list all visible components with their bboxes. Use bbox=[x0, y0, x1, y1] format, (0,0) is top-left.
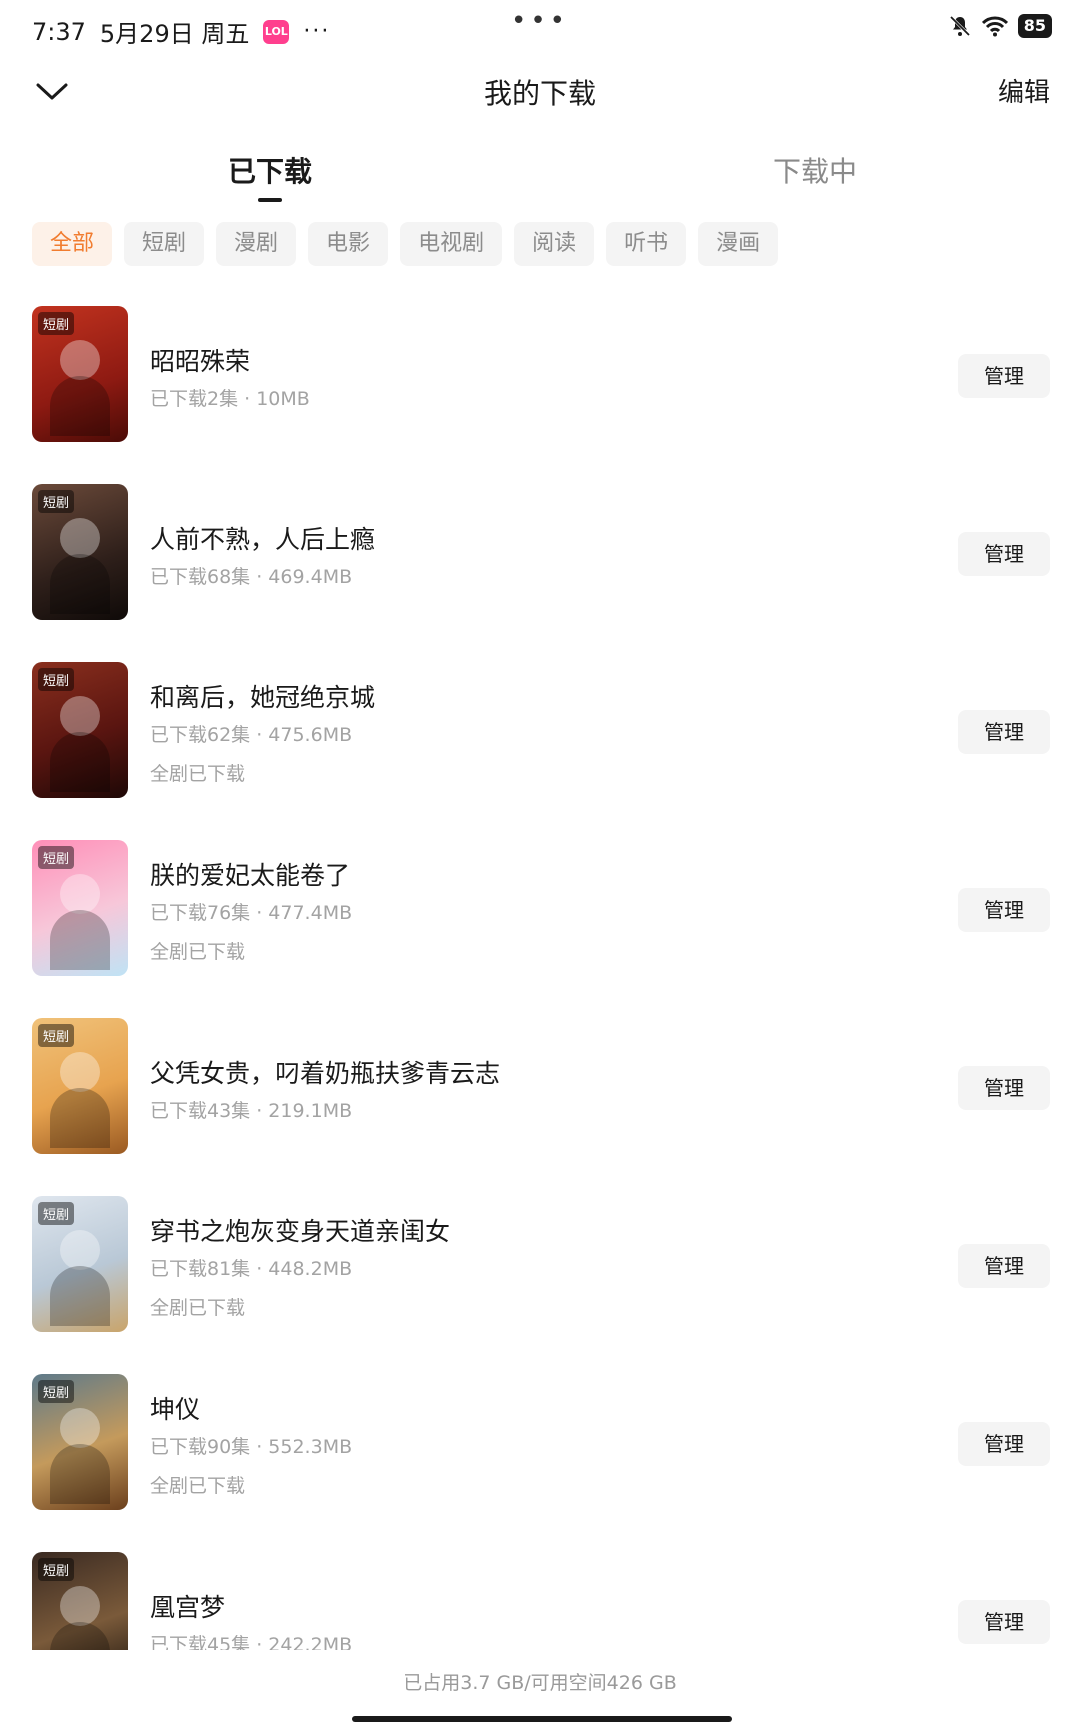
status-more: ··· bbox=[303, 19, 331, 44]
manage-button[interactable]: 管理 bbox=[958, 532, 1050, 576]
app-notification-icon: LOL bbox=[263, 19, 290, 44]
filter-chip-audiobook[interactable]: 听书 bbox=[606, 222, 687, 266]
list-item[interactable]: 短剧 坤仪 已下载90集 · 552.3MB 全剧已下载 管理 bbox=[0, 1374, 1080, 1514]
manage-button[interactable]: 管理 bbox=[958, 354, 1050, 398]
battery-level: 85 bbox=[1017, 14, 1052, 38]
manage-button[interactable]: 管理 bbox=[958, 1244, 1050, 1288]
poster-thumbnail[interactable]: 短剧 bbox=[32, 1552, 128, 1650]
filter-chip-short-drama[interactable]: 短剧 bbox=[124, 222, 205, 266]
filter-chip-all[interactable]: 全部 bbox=[32, 222, 113, 266]
manage-button[interactable]: 管理 bbox=[958, 1422, 1050, 1466]
poster-thumbnail[interactable]: 短剧 bbox=[32, 662, 128, 798]
poster-thumbnail[interactable]: 短剧 bbox=[32, 484, 128, 620]
item-meta: 已下载45集 · 242.2MB bbox=[150, 1634, 353, 1650]
list-item[interactable]: 短剧 昭昭殊荣 已下载2集 · 10MB 管理 bbox=[0, 306, 1080, 446]
tab-indicator bbox=[258, 198, 282, 202]
item-meta: 已下载90集 · 552.3MB bbox=[150, 1436, 353, 1458]
item-status: 全剧已下载 bbox=[150, 763, 246, 785]
filter-chip-manga[interactable]: 漫画 bbox=[698, 222, 779, 266]
header: 我的下载 编辑 bbox=[0, 62, 1080, 120]
tab-downloaded[interactable]: 已下载 bbox=[200, 150, 340, 190]
poster-tag: 短剧 bbox=[38, 846, 75, 869]
item-meta: 已下载81集 · 448.2MB bbox=[150, 1258, 353, 1280]
tab-downloading[interactable]: 下载中 bbox=[745, 150, 885, 190]
status-left: 7:37 5月29日 周五 LOL ··· bbox=[32, 14, 330, 49]
poster-thumbnail[interactable]: 短剧 bbox=[32, 1374, 128, 1510]
item-status: 全剧已下载 bbox=[150, 1475, 246, 1497]
poster-tag: 短剧 bbox=[38, 1558, 75, 1581]
item-title: 和离后，她冠绝京城 bbox=[150, 683, 376, 712]
status-right: 85 bbox=[948, 14, 1052, 38]
manage-button[interactable]: 管理 bbox=[958, 1066, 1050, 1110]
status-date: 5月29日 周五 bbox=[99, 20, 250, 48]
home-indicator[interactable] bbox=[352, 1716, 732, 1722]
list-item[interactable]: 短剧 和离后，她冠绝京城 已下载62集 · 475.6MB 全剧已下载 管理 bbox=[0, 662, 1080, 802]
filter-chip-reading[interactable]: 阅读 bbox=[514, 222, 595, 266]
item-title: 穿书之炮灰变身天道亲闺女 bbox=[150, 1217, 451, 1246]
filter-chip-comic-drama[interactable]: 漫剧 bbox=[216, 222, 297, 266]
item-title: 坤仪 bbox=[150, 1395, 201, 1424]
list-item[interactable]: 短剧 人前不熟，人后上瘾 已下载68集 · 469.4MB 管理 bbox=[0, 484, 1080, 624]
item-meta: 已下载76集 · 477.4MB bbox=[150, 902, 353, 924]
storage-info: 已占用3.7 GB/可用空间426 GB bbox=[403, 1672, 677, 1694]
list-item[interactable]: 短剧 凰宫梦 已下载45集 · 242.2MB 管理 bbox=[0, 1552, 1080, 1650]
page-title: 我的下载 bbox=[483, 77, 596, 110]
item-title: 朕的爱妃太能卷了 bbox=[150, 861, 351, 890]
poster-tag: 短剧 bbox=[38, 1380, 75, 1403]
poster-thumbnail[interactable]: 短剧 bbox=[32, 1018, 128, 1154]
poster-tag: 短剧 bbox=[38, 668, 75, 691]
item-meta: 已下载43集 · 219.1MB bbox=[150, 1100, 353, 1122]
status-time: 7:37 bbox=[32, 17, 86, 46]
item-meta: 已下载2集 · 10MB bbox=[150, 388, 310, 410]
poster-tag: 短剧 bbox=[38, 1024, 75, 1047]
edit-button[interactable]: 编辑 bbox=[998, 72, 1050, 109]
item-title: 人前不熟，人后上瘾 bbox=[150, 525, 376, 554]
item-meta: 已下载62集 · 475.6MB bbox=[150, 724, 353, 746]
item-status: 全剧已下载 bbox=[150, 941, 246, 963]
status-bar: 7:37 5月29日 周五 LOL ··· ••• 85 bbox=[0, 0, 1080, 60]
manage-button[interactable]: 管理 bbox=[958, 888, 1050, 932]
poster-tag: 短剧 bbox=[38, 1202, 75, 1225]
poster-thumbnail[interactable]: 短剧 bbox=[32, 1196, 128, 1332]
poster-thumbnail[interactable]: 短剧 bbox=[32, 306, 128, 442]
poster-thumbnail[interactable]: 短剧 bbox=[32, 840, 128, 976]
manage-button[interactable]: 管理 bbox=[958, 1600, 1050, 1644]
item-meta: 已下载68集 · 469.4MB bbox=[150, 566, 353, 588]
item-status: 全剧已下载 bbox=[150, 1297, 246, 1319]
item-title: 昭昭殊荣 bbox=[150, 347, 251, 376]
mute-bell-icon bbox=[949, 15, 970, 37]
item-title: 凰宫梦 bbox=[150, 1593, 226, 1622]
filter-chip-tv[interactable]: 电视剧 bbox=[400, 222, 503, 266]
item-title: 父凭女贵，叼着奶瓶扶爹青云志 bbox=[150, 1059, 501, 1088]
list-item[interactable]: 短剧 朕的爱妃太能卷了 已下载76集 · 477.4MB 全剧已下载 管理 bbox=[0, 840, 1080, 980]
list-item[interactable]: 短剧 父凭女贵，叼着奶瓶扶爹青云志 已下载43集 · 219.1MB 管理 bbox=[0, 1018, 1080, 1158]
wifi-icon bbox=[981, 16, 1008, 37]
poster-tag: 短剧 bbox=[38, 490, 75, 513]
filter-chip-movie[interactable]: 电影 bbox=[308, 222, 389, 266]
manage-button[interactable]: 管理 bbox=[958, 710, 1050, 754]
poster-tag: 短剧 bbox=[38, 312, 75, 335]
list-item[interactable]: 短剧 穿书之炮灰变身天道亲闺女 已下载81集 · 448.2MB 全剧已下载 管… bbox=[0, 1196, 1080, 1336]
multitask-dots[interactable]: ••• bbox=[511, 6, 569, 36]
filter-chips: 全部 短剧 漫剧 电影 电视剧 阅读 听书 漫画 bbox=[32, 222, 779, 266]
